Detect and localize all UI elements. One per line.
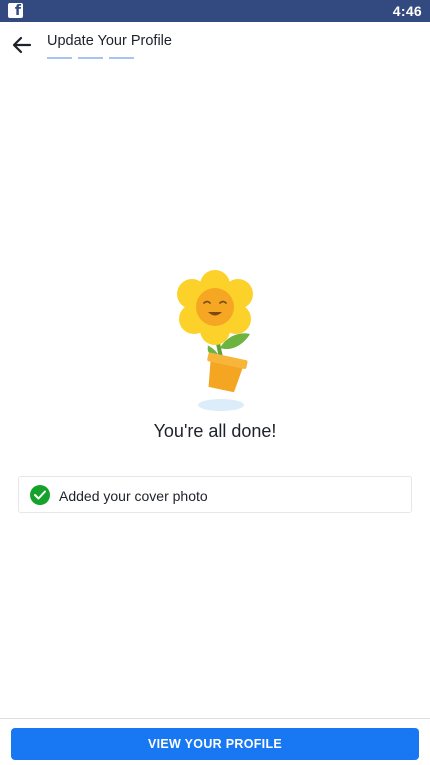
page-title: Update Your Profile	[47, 33, 172, 49]
footer-bar: VIEW YOUR PROFILE	[0, 718, 430, 765]
completed-item-label: Added your cover photo	[59, 488, 208, 504]
back-arrow-icon[interactable]	[12, 36, 34, 54]
status-bar: f 4:46	[0, 0, 430, 22]
flower-illustration	[170, 262, 260, 417]
progress-step	[109, 57, 134, 59]
progress-steps	[47, 57, 134, 59]
completion-title: You're all done!	[153, 421, 277, 441]
progress-step	[47, 57, 72, 59]
top-bar: Update Your Profile	[0, 22, 430, 67]
facebook-icon: f	[8, 3, 23, 19]
progress-step	[78, 57, 103, 59]
status-time: 4:46	[392, 3, 422, 19]
view-profile-button[interactable]: VIEW YOUR PROFILE	[11, 728, 419, 760]
completed-item: Added your cover photo	[18, 476, 412, 513]
check-circle-icon	[30, 485, 50, 505]
